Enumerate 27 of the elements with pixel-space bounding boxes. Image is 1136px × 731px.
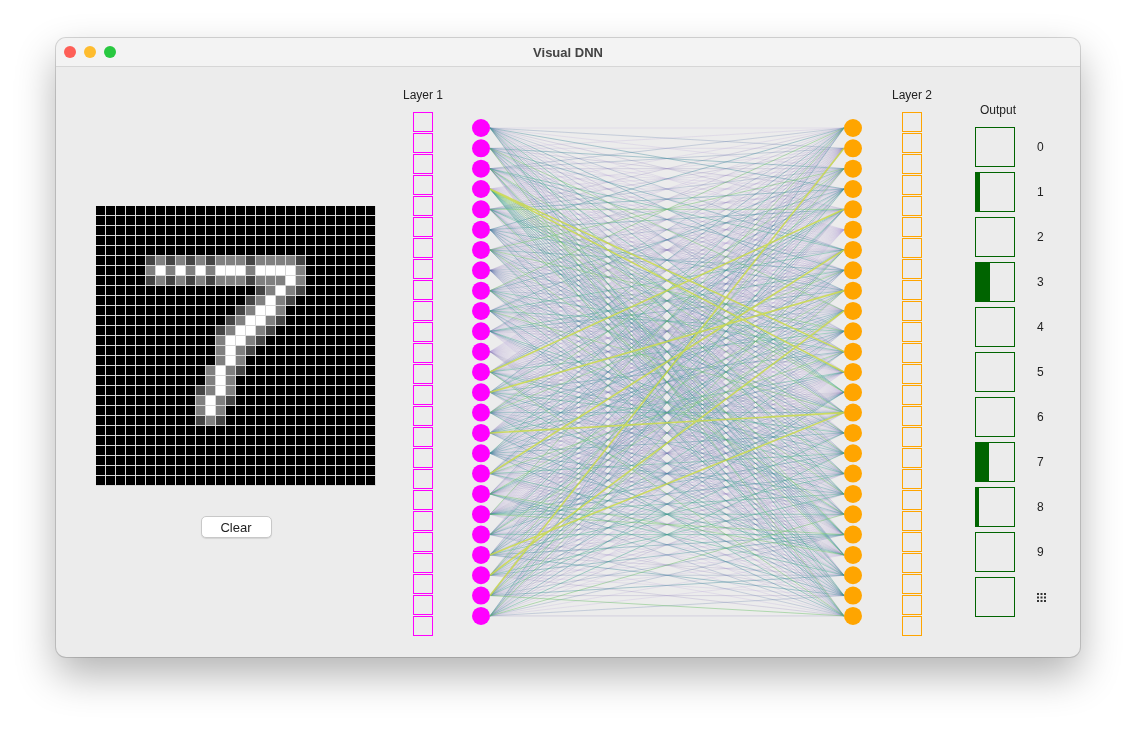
digit-label: 1 (1037, 185, 1044, 199)
probability-bar (975, 217, 1015, 257)
probability-bar (975, 352, 1015, 392)
close-icon[interactable] (64, 46, 76, 58)
probability-bar (975, 127, 1015, 167)
zoom-icon[interactable] (104, 46, 116, 58)
layer-title: Layer 1 (403, 88, 443, 102)
window-title: Visual DNN (533, 44, 603, 60)
dot-grid-icon (1037, 592, 1046, 602)
digit-label: 9 (1037, 545, 1044, 559)
layer-title: Layer 2 (892, 88, 932, 102)
minimize-icon[interactable] (84, 46, 96, 58)
digit-label: 5 (1037, 365, 1044, 379)
output-title: Output (979, 103, 1017, 117)
handwritten-digit-drawing[interactable] (96, 206, 376, 486)
digit-label: 8 (1037, 500, 1044, 514)
digit-label: 7 (1037, 455, 1044, 469)
probability-bar (975, 532, 1015, 572)
digit-label: 0 (1037, 140, 1044, 154)
probability-bar (975, 397, 1015, 437)
digit-label: 6 (1037, 410, 1044, 424)
digit-label: 3 (1037, 275, 1044, 289)
probability-bar (975, 307, 1015, 347)
probability-bar (975, 577, 1015, 617)
digit-label: 4 (1037, 320, 1044, 334)
clear-button[interactable]: Clear (200, 516, 272, 538)
digit-label: 2 (1037, 230, 1044, 244)
